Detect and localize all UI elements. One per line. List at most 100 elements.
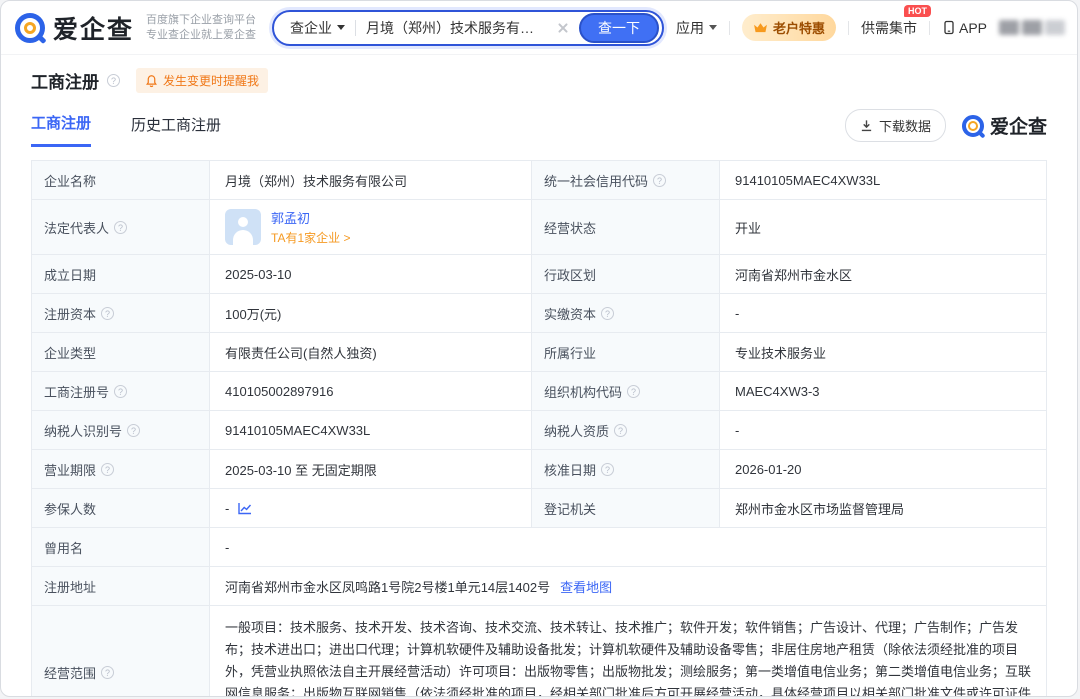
field-label: 经营状态 <box>544 218 596 237</box>
help-icon[interactable]: ? <box>101 463 114 476</box>
watermark-brand-text: 爱企查 <box>990 112 1047 139</box>
field-label: 企业名称 <box>44 171 96 190</box>
nav-member-promo-label: 老户特惠 <box>773 18 825 37</box>
field-label: 纳税人资质 <box>544 421 609 440</box>
download-icon <box>860 119 873 132</box>
field-label: 企业类型 <box>44 343 96 362</box>
table-row: 企业名称 月境（郑州）技术服务有限公司 统一社会信用代码? 91410105MA… <box>32 161 1046 200</box>
clear-search-icon[interactable] <box>555 20 571 36</box>
field-label: 营业期限 <box>44 460 96 479</box>
field-label: 注册资本 <box>44 304 96 323</box>
business-term-value: 2025-03-10 至 无固定期限 <box>225 460 377 479</box>
industry-value: 专业技术服务业 <box>735 343 826 362</box>
field-label: 登记机关 <box>544 499 596 518</box>
table-row: 曾用名 - <box>32 528 1046 567</box>
download-data-label: 下载数据 <box>879 116 931 135</box>
header-nav: 应用 老户特惠 供需集市 HOT APP <box>676 14 1065 41</box>
tab-business-registration[interactable]: 工商注册 <box>31 112 91 147</box>
reg-capital-value: 100万(元) <box>225 304 281 323</box>
help-icon[interactable]: ? <box>614 424 627 437</box>
search-button[interactable]: 查一下 <box>579 13 659 43</box>
browser-window: 爱企查 百度旗下企业查询平台 专业查企业就上爱企查 查企业 月境（郑州）技术服务… <box>0 0 1078 697</box>
aiqicha-logo-text: 爱企查 <box>53 10 134 46</box>
field-label: 核准日期 <box>544 460 596 479</box>
field-label: 法定代表人 <box>44 218 109 237</box>
tab-history-registration[interactable]: 历史工商注册 <box>131 114 221 146</box>
help-icon[interactable]: ? <box>601 463 614 476</box>
field-label: 工商注册号 <box>44 382 109 401</box>
approval-date-value: 2026-01-20 <box>735 462 802 477</box>
hot-badge: HOT <box>904 5 931 17</box>
field-label: 行政区划 <box>544 265 596 284</box>
help-icon[interactable]: ? <box>627 385 640 398</box>
registration-info-table: 企业名称 月境（郑州）技术服务有限公司 统一社会信用代码? 91410105MA… <box>31 160 1047 697</box>
nav-app-label: APP <box>959 20 987 36</box>
taxpayer-qualification-value: - <box>735 423 739 438</box>
nav-separator <box>929 21 930 35</box>
chevron-down-icon <box>709 25 717 30</box>
search-bar[interactable]: 查企业 月境（郑州）技术服务有限公司 查一下 <box>272 10 664 46</box>
region-value: 河南省郑州市金水区 <box>735 265 852 284</box>
reg-number-value: 410105002897916 <box>225 384 333 399</box>
help-icon[interactable]: ? <box>107 74 120 87</box>
nav-supply-market[interactable]: 供需集市 HOT <box>861 18 917 38</box>
tagline-line1: 百度旗下企业查询平台 <box>146 13 256 28</box>
search-input[interactable]: 月境（郑州）技术服务有限公司 <box>366 18 547 38</box>
field-label: 参保人数 <box>44 499 96 518</box>
page-title: 工商注册 <box>31 68 99 93</box>
field-label: 组织机构代码 <box>544 382 622 401</box>
table-row: 工商注册号? 410105002897916 组织机构代码? MAEC4XW3-… <box>32 372 1046 411</box>
download-data-button[interactable]: 下载数据 <box>845 109 946 142</box>
field-label: 实缴资本 <box>544 304 596 323</box>
view-map-link[interactable]: 查看地图 <box>560 577 612 596</box>
help-icon[interactable]: ? <box>601 307 614 320</box>
legal-rep-companies-link[interactable]: TA有1家企业 > <box>271 229 350 246</box>
field-label: 所属行业 <box>544 343 596 362</box>
business-scope-value: 一般项目：技术服务、技术开发、技术咨询、技术交流、技术转让、技术推广；软件开发；… <box>225 620 1031 697</box>
business-registration-section: 工商注册 ? 发生变更时提醒我 工商注册 历史工商注册 下载数据 爱企查 <box>1 55 1077 150</box>
field-label: 纳税人识别号 <box>44 421 122 440</box>
authority-value: 郑州市金水区市场监督管理局 <box>735 499 904 518</box>
aiqicha-logo-icon <box>962 115 984 137</box>
mobile-app-icon <box>942 20 956 35</box>
watermark-brand: 爱企查 <box>962 112 1047 139</box>
help-icon[interactable]: ? <box>114 385 127 398</box>
change-reminder-label: 发生变更时提醒我 <box>163 72 259 89</box>
help-icon[interactable]: ? <box>114 221 127 234</box>
user-account-blurred[interactable] <box>999 20 1065 35</box>
change-reminder-button[interactable]: 发生变更时提醒我 <box>136 68 268 93</box>
table-row: 营业期限? 2025-03-10 至 无固定期限 核准日期? 2026-01-2… <box>32 450 1046 489</box>
help-icon[interactable]: ? <box>127 424 140 437</box>
field-label: 统一社会信用代码 <box>544 171 648 190</box>
help-icon[interactable]: ? <box>653 174 666 187</box>
search-category-dropdown[interactable]: 查企业 <box>290 18 345 38</box>
legal-rep-name-link[interactable]: 郭孟初 <box>271 208 350 227</box>
table-row: 法定代表人? 郭孟初 TA有1家企业 > 经营状态 开业 <box>32 200 1046 255</box>
aiqicha-logo[interactable]: 爱企查 <box>15 10 134 46</box>
help-icon[interactable]: ? <box>101 666 114 679</box>
establish-date-value: 2025-03-10 <box>225 267 292 282</box>
table-row: 注册资本? 100万(元) 实缴资本? - <box>32 294 1046 333</box>
nav-member-promo[interactable]: 老户特惠 <box>742 14 836 41</box>
table-row: 成立日期 2025-03-10 行政区划 河南省郑州市金水区 <box>32 255 1046 294</box>
table-row: 注册地址 河南省郑州市金水区凤鸣路1号院2号楼1单元14层1402号 查看地图 <box>32 567 1046 606</box>
table-row: 经营范围? 一般项目：技术服务、技术开发、技术咨询、技术交流、技术转让、技术推广… <box>32 606 1046 697</box>
table-row: 纳税人识别号? 91410105MAEC4XW33L 纳税人资质? - <box>32 411 1046 450</box>
former-name-value: - <box>225 540 229 555</box>
field-label: 经营范围 <box>44 663 96 682</box>
company-type-value: 有限责任公司(自然人独资) <box>225 343 377 362</box>
search-divider <box>355 20 356 36</box>
trend-chart-icon[interactable] <box>238 502 252 515</box>
company-name-value: 月境（郑州）技术服务有限公司 <box>225 171 407 190</box>
search-category-label: 查企业 <box>290 18 332 38</box>
legal-rep-avatar[interactable] <box>225 209 261 245</box>
nav-supply-market-label: 供需集市 <box>861 18 917 38</box>
help-icon[interactable]: ? <box>101 307 114 320</box>
org-code-value: MAEC4XW3-3 <box>735 384 820 399</box>
credit-code-value: 91410105MAEC4XW33L <box>735 173 880 188</box>
taxpayer-id-value: 91410105MAEC4XW33L <box>225 423 370 438</box>
nav-apps[interactable]: 应用 <box>676 18 717 38</box>
nav-app-download[interactable]: APP <box>942 20 987 36</box>
logo-tagline: 百度旗下企业查询平台 专业查企业就上爱企查 <box>146 13 256 43</box>
nav-separator <box>729 21 730 35</box>
